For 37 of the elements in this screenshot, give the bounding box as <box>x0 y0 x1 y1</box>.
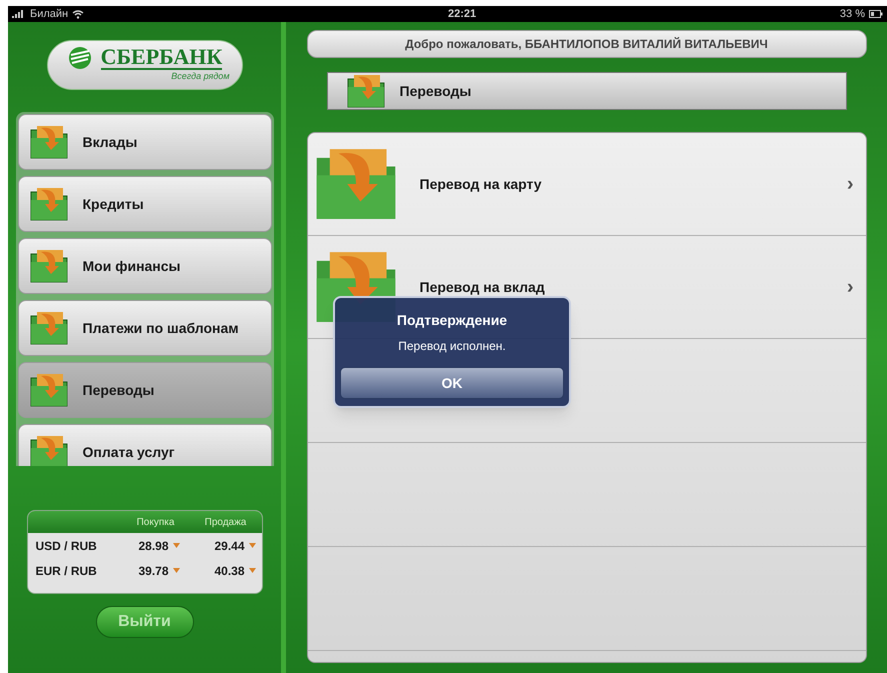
rate-value: 29.44 <box>214 538 244 554</box>
rate-value: 28.98 <box>138 538 168 554</box>
rate-value: 40.38 <box>214 562 244 580</box>
carrier-name: Билайн <box>30 6 68 22</box>
menu-item[interactable]: Кредиты <box>18 176 272 232</box>
list-item[interactable]: Перевод на карту › <box>308 133 866 236</box>
column-header: Покупка <box>136 516 176 530</box>
rate-value: 39.78 <box>138 562 168 580</box>
menu-item[interactable]: Платежи по шаблонам <box>18 300 272 356</box>
bank-name: СБЕРБАНК <box>100 46 222 70</box>
chevron: › <box>846 275 854 300</box>
down-arrow-icon <box>248 568 256 573</box>
down-arrow-icon <box>172 543 180 548</box>
down-arrow-icon <box>172 568 180 573</box>
ok-button[interactable]: OK <box>340 367 564 399</box>
dialog-message: Перевод исполнен. <box>398 338 506 355</box>
menu-item[interactable]: Мои финансы <box>18 238 272 294</box>
down-arrow-icon <box>248 543 256 548</box>
dialog-title: Подтверждение <box>396 311 508 330</box>
battery-icon <box>869 10 883 18</box>
chevron: › <box>846 172 854 197</box>
list-item-label: Перевод на карту <box>420 174 543 194</box>
welcome-banner: Добро пожаловать, ББАНТИЛОПОВ ВИТАЛИЙ ВИТАЛЬЕВИЧ <box>306 30 866 58</box>
clock-time: 22:21 <box>448 6 476 22</box>
battery-percent: 33 % <box>840 6 865 22</box>
menu-item[interactable]: Переводы <box>18 362 272 418</box>
section-title: Переводы <box>400 82 472 101</box>
bank-logo-icon <box>66 46 93 70</box>
bank-slogan: Всегда рядом <box>171 70 230 84</box>
menu-item[interactable]: Оплата услуг <box>18 424 272 466</box>
currency-pair: USD / RUB <box>34 538 98 554</box>
currency-pair: EUR / RUB <box>34 562 98 580</box>
column-header: Продажа <box>204 516 248 530</box>
menu-item[interactable]: Вклады <box>18 114 272 170</box>
wifi-icon <box>72 10 84 18</box>
signal-icon <box>12 10 26 18</box>
list-item-label: Перевод на вклад <box>420 278 546 297</box>
